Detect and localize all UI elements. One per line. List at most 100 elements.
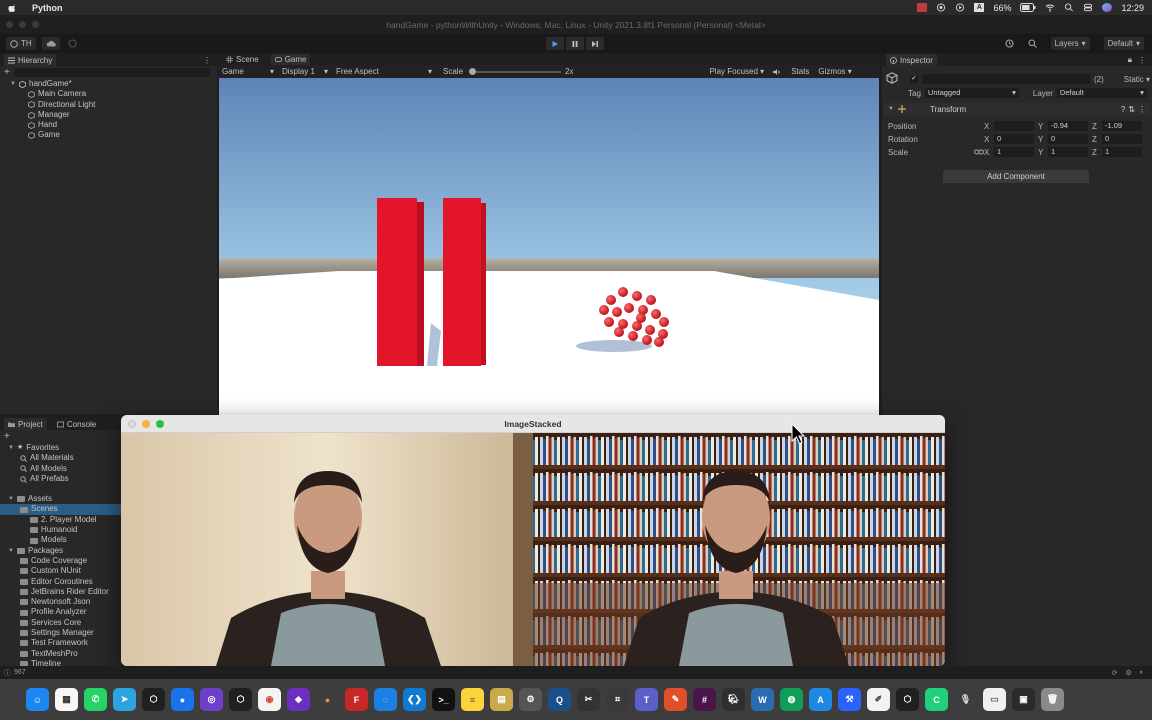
document-icon[interactable]: ▭ xyxy=(983,688,1006,711)
history-icon[interactable] xyxy=(1005,39,1014,48)
notes-icon[interactable]: ≡ xyxy=(461,688,484,711)
expand-arrow-icon[interactable]: ▼ xyxy=(8,443,14,453)
teams-icon[interactable]: T xyxy=(635,688,658,711)
record-icon[interactable] xyxy=(936,3,946,12)
game-mode-dropdown[interactable]: Game ▾ xyxy=(222,67,274,76)
game-viewport[interactable] xyxy=(219,78,879,415)
quicktime-icon[interactable]: Q xyxy=(548,688,571,711)
transform-header[interactable]: ▼ Transform ? ⇅ ⋮ xyxy=(884,103,1150,115)
favorites-header[interactable]: ▼ ★ Favorites xyxy=(8,443,121,453)
progress-icon[interactable]: ⟳ xyxy=(1112,669,1118,677)
aspect-dropdown[interactable]: Free Aspect ▾ xyxy=(336,67,432,76)
slack-icon[interactable]: # xyxy=(693,688,716,711)
account-button[interactable]: TH xyxy=(6,37,36,50)
cloud-button[interactable] xyxy=(41,37,60,50)
whatsapp-icon[interactable]: ✆ xyxy=(84,688,107,711)
image-window-titlebar[interactable]: ImageStacked xyxy=(121,415,945,433)
java-icon[interactable]: ● xyxy=(316,688,339,711)
word-icon[interactable]: W xyxy=(751,688,774,711)
package-item[interactable]: Settings Manager xyxy=(8,628,121,638)
sheets-icon[interactable]: ◍ xyxy=(780,688,803,711)
tab-hierarchy[interactable]: Hierarchy xyxy=(4,54,57,66)
screenshot-icon[interactable]: ⌗ xyxy=(606,688,629,711)
unity-icon-2[interactable]: ⬡ xyxy=(896,688,919,711)
textedit-icon[interactable]: ✐ xyxy=(867,688,890,711)
active-checkbox[interactable]: ✓ xyxy=(910,75,918,83)
mute-audio-icon[interactable] xyxy=(772,68,781,76)
component-menu-icon[interactable]: ⋮ xyxy=(1138,105,1146,114)
stats-toggle[interactable]: Stats xyxy=(791,67,809,76)
system-preferences-icon[interactable]: ⚙ xyxy=(519,688,542,711)
proxyman-icon[interactable]: ◌ xyxy=(374,688,397,711)
package-item[interactable]: Newtonsoft Json xyxy=(8,597,121,607)
unity-window-controls[interactable] xyxy=(6,21,39,28)
final-cut-icon[interactable]: ✂ xyxy=(577,688,600,711)
app-store-icon[interactable]: A xyxy=(809,688,832,711)
hierarchy-search-input[interactable] xyxy=(13,68,210,77)
assets-header[interactable]: ▼ Assets xyxy=(8,494,121,504)
sequel-pro-icon[interactable]: ▤ xyxy=(490,688,513,711)
menubar-clock[interactable]: 12:29 xyxy=(1121,3,1144,13)
scale-slider[interactable] xyxy=(469,67,562,75)
scale-slider-handle[interactable] xyxy=(469,67,477,75)
layers-dropdown[interactable]: Layers ▾ xyxy=(1050,37,1090,50)
zoom-icon[interactable] xyxy=(32,21,39,28)
panel-menu-icon[interactable]: ⋮ xyxy=(1138,56,1146,65)
minimize-icon[interactable] xyxy=(19,21,26,28)
close-icon[interactable] xyxy=(6,21,13,28)
terminal-icon[interactable]: >_ xyxy=(432,688,455,711)
hierarchy-scene-row[interactable]: ▼ handGame* xyxy=(10,79,217,89)
xcode-icon[interactable]: ⚒ xyxy=(838,688,861,711)
package-item[interactable]: Profile Analyzer xyxy=(8,607,121,617)
tableplus-icon[interactable]: 🐘︎ xyxy=(722,688,745,711)
expand-arrow-icon[interactable]: ▼ xyxy=(8,494,14,504)
scale-x-field[interactable]: 1 xyxy=(994,147,1034,157)
zoom-button[interactable] xyxy=(156,420,164,428)
layout-dropdown[interactable]: Default ▾ xyxy=(1103,37,1144,50)
control-center-icon[interactable] xyxy=(1083,3,1093,12)
tab-inspector[interactable]: Inspector xyxy=(886,54,937,66)
asset-item-scenes[interactable]: Scenes xyxy=(0,504,121,515)
tab-project[interactable]: Project xyxy=(4,418,47,430)
rotation-z-field[interactable]: 0 xyxy=(1102,134,1142,144)
scale-z-field[interactable]: 1 xyxy=(1102,147,1142,157)
expand-arrow-icon[interactable]: ▼ xyxy=(888,106,894,112)
play-circle-icon[interactable] xyxy=(955,3,965,12)
add-icon[interactable]: + xyxy=(4,67,10,78)
help-icon[interactable]: ? xyxy=(1121,105,1125,114)
image-stacked-window[interactable]: ImageStacked xyxy=(121,415,945,666)
package-item[interactable]: Code Coverage xyxy=(8,556,121,566)
panel-menu-icon[interactable]: ⋮ xyxy=(203,56,211,65)
tab-console[interactable]: Console xyxy=(53,418,100,430)
package-item[interactable]: Custom NUnit xyxy=(8,566,121,576)
filezilla-icon[interactable]: F xyxy=(345,688,368,711)
unity-hub-icon[interactable]: ⬡ xyxy=(142,688,165,711)
minimize-button[interactable] xyxy=(142,420,150,428)
position-z-field[interactable]: -1.09 xyxy=(1102,121,1142,131)
notifications-icon[interactable]: ◐ xyxy=(1140,669,1144,677)
launchpad-icon[interactable]: ▦ xyxy=(55,688,78,711)
input-source-icon[interactable]: A xyxy=(974,3,985,12)
object-name-field[interactable] xyxy=(922,74,1090,84)
package-item[interactable]: Editor Coroutines xyxy=(8,577,121,587)
expand-arrow-icon[interactable]: ▼ xyxy=(8,546,14,556)
tag-dropdown[interactable]: Untagged ▾ xyxy=(924,88,1019,98)
tab-game[interactable]: Game xyxy=(270,53,311,66)
search-icon[interactable] xyxy=(1028,39,1037,48)
close-button[interactable] xyxy=(128,420,136,428)
favorite-item[interactable]: All Models xyxy=(8,464,121,474)
packages-header[interactable]: ▼ Packages xyxy=(8,546,121,556)
position-x-field[interactable] xyxy=(994,121,1034,131)
static-dropdown[interactable]: Static ▾ xyxy=(1124,75,1150,84)
hierarchy-item[interactable]: Game xyxy=(24,130,217,140)
position-y-field[interactable]: -0.94 xyxy=(1048,121,1088,131)
wifi-icon[interactable] xyxy=(1045,3,1055,12)
red-app-icon[interactable] xyxy=(917,3,928,12)
constrain-proportions-icon[interactable] xyxy=(974,148,984,156)
hierarchy-item[interactable]: Main Camera xyxy=(24,89,217,99)
spotlight-search-icon[interactable] xyxy=(1064,3,1074,12)
hierarchy-item[interactable]: Directional Light xyxy=(24,100,217,110)
trash-icon[interactable]: 🗑︎ xyxy=(1041,688,1064,711)
microphone-icon[interactable]: 🎙︎ xyxy=(954,688,977,711)
layer-dropdown[interactable]: Default ▾ xyxy=(1056,88,1147,98)
